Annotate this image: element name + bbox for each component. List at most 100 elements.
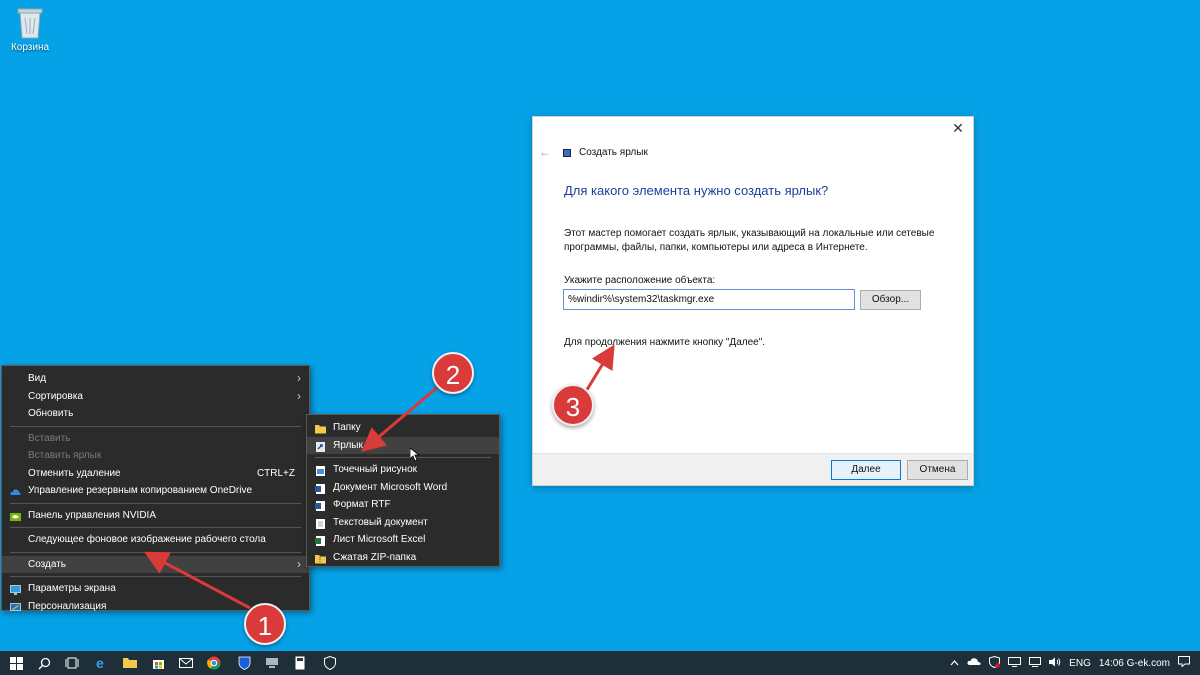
start-button[interactable]: [2, 651, 30, 675]
shortcut-icon: [315, 441, 326, 452]
submenu-item-word[interactable]: Документ Microsoft Word: [307, 479, 499, 497]
chrome-icon[interactable]: [200, 651, 228, 675]
menu-separator: [10, 425, 301, 427]
menu-item-sort[interactable]: Сортировка ›: [2, 388, 309, 406]
display-settings-icon: [10, 584, 21, 595]
submenu-item-bitmap[interactable]: Точечный рисунок: [307, 461, 499, 479]
chevron-up-icon[interactable]: [950, 658, 959, 669]
location-input[interactable]: [563, 289, 855, 310]
defender-icon[interactable]: [316, 651, 344, 675]
store-icon[interactable]: [144, 651, 172, 675]
location-label: Укажите расположение объекта:: [564, 275, 716, 286]
submenu-item-label: Папку: [333, 422, 361, 433]
menu-separator: [315, 457, 491, 458]
language-indicator[interactable]: ENG: [1069, 658, 1091, 669]
notifications-icon[interactable]: [1178, 656, 1190, 670]
cancel-button[interactable]: Отмена: [907, 460, 968, 480]
chevron-right-icon: ›: [297, 371, 301, 385]
shortcut-wizard-icon: [563, 149, 571, 157]
menu-item-label: Отменить удаление: [28, 467, 121, 479]
submenu-item-text-document[interactable]: Текстовый документ: [307, 514, 499, 532]
mouse-cursor-icon: [410, 448, 420, 462]
step-marker-1: 1: [244, 603, 286, 645]
browse-button[interactable]: Обзор...: [860, 290, 921, 310]
menu-item-label: Вид: [28, 373, 47, 384]
recycle-bin-icon: [15, 4, 45, 40]
dialog-description: Этот мастер помогает создать ярлык, указ…: [564, 228, 935, 253]
back-arrow-icon[interactable]: ←: [539, 145, 551, 159]
menu-item-refresh[interactable]: Обновить: [2, 405, 309, 423]
next-button[interactable]: Далее: [831, 460, 901, 480]
submenu-item-label: Текстовый документ: [333, 516, 428, 528]
menu-item-label: Вставить: [28, 432, 71, 444]
svg-text:e: e: [96, 656, 104, 670]
bitwarden-icon[interactable]: [230, 651, 258, 675]
step-marker-3: 3: [552, 384, 594, 426]
menu-item-label: Управление резервным копированием OneDri…: [28, 485, 253, 496]
submenu-item-label: Документ Microsoft Word: [333, 481, 448, 493]
submenu-item-label: Ярлык: [333, 439, 363, 451]
dialog-heading: Для какого элемента нужно создать ярлык?: [564, 183, 829, 198]
personalization-icon: [10, 602, 21, 612]
close-icon[interactable]: ✕: [951, 121, 965, 135]
file-explorer-icon[interactable]: [116, 651, 144, 675]
submenu-item-label: Формат RTF: [333, 499, 391, 510]
menu-item-display-settings[interactable]: Параметры экрана: [2, 580, 309, 598]
submenu-item-folder[interactable]: Папку: [307, 419, 499, 437]
security-tray-icon[interactable]: [989, 655, 1001, 671]
menu-item-label: Панель управления NVIDIA: [28, 509, 156, 521]
nvidia-icon: [10, 511, 21, 521]
submenu-item-label: Сжатая ZIP-папка: [333, 551, 417, 563]
menu-item-label: Обновить: [28, 408, 74, 419]
continue-hint: Для продолжения нажмите кнопку "Далее".: [564, 337, 766, 348]
windows-logo-icon: [9, 656, 23, 670]
create-submenu: Папку Ярлык Точечный рисунок Документ Mi…: [306, 414, 500, 567]
menu-item-paste[interactable]: Вставить: [2, 430, 309, 448]
network-app-icon[interactable]: [258, 651, 286, 675]
excel-icon: [315, 535, 326, 546]
onedrive-icon: [10, 486, 21, 496]
menu-item-paste-shortcut[interactable]: Вставить ярлык: [2, 447, 309, 465]
submenu-item-label: Лист Microsoft Excel: [333, 534, 426, 545]
menu-separator: [10, 551, 301, 553]
menu-item-create[interactable]: Создать ›: [2, 555, 309, 573]
task-view-icon[interactable]: [58, 651, 86, 675]
menu-item-next-background[interactable]: Следующее фоновое изображение рабочего с…: [2, 531, 309, 549]
calculator-icon[interactable]: [286, 651, 314, 675]
menu-item-label: Параметры экрана: [28, 583, 116, 594]
menu-item-label: Следующее фоновое изображение рабочего с…: [28, 534, 266, 545]
submenu-item-label: Точечный рисунок: [333, 464, 417, 475]
submenu-item-excel[interactable]: Лист Microsoft Excel: [307, 531, 499, 549]
menu-item-label: Создать: [28, 558, 67, 570]
create-shortcut-dialog: ✕ ← Создать ярлык Для какого элемента ну…: [532, 116, 974, 486]
recycle-bin-label: Корзина: [10, 42, 50, 53]
search-icon[interactable]: [30, 651, 58, 675]
bitmap-icon: [315, 465, 326, 476]
taskbar: e ENG 14:06 G-ek.com: [0, 651, 1200, 675]
volume-icon[interactable]: [1049, 657, 1061, 670]
submenu-item-zip-folder[interactable]: Сжатая ZIP-папка: [307, 549, 499, 567]
dialog-footer: Далее Отмена: [533, 453, 973, 485]
menu-item-label: Сортировка: [28, 390, 83, 402]
menu-item-view[interactable]: Вид ›: [2, 370, 309, 388]
rtf-icon: [315, 500, 326, 511]
mail-icon[interactable]: [172, 651, 200, 675]
edge-icon[interactable]: e: [88, 651, 116, 675]
menu-separator: [10, 527, 301, 528]
menu-item-label: Персонализация: [28, 600, 107, 612]
dialog-title: Создать ярлык: [579, 147, 648, 158]
display-tray-icon[interactable]: [1008, 656, 1022, 670]
menu-item-onedrive-backup[interactable]: Управление резервным копированием OneDri…: [2, 482, 309, 500]
submenu-item-shortcut[interactable]: Ярлык: [307, 436, 499, 454]
menu-item-nvidia-panel[interactable]: Панель управления NVIDIA: [2, 507, 309, 525]
submenu-item-rtf[interactable]: Формат RTF: [307, 496, 499, 514]
recycle-bin-desktop-icon[interactable]: Корзина: [6, 4, 54, 53]
network-icon[interactable]: [1029, 656, 1042, 670]
onedrive-tray-icon[interactable]: [967, 657, 981, 669]
clock[interactable]: 14:06 G-ek.com: [1099, 658, 1170, 669]
menu-item-undo-delete[interactable]: Отменить удаление CTRL+Z: [2, 465, 309, 483]
chevron-right-icon: ›: [297, 556, 301, 571]
desktop-context-menu: Вид › Сортировка › Обновить Вставить Встав…: [1, 365, 310, 612]
menu-item-label: Вставить ярлык: [28, 450, 102, 461]
shortcut-text: CTRL+Z: [256, 467, 295, 479]
